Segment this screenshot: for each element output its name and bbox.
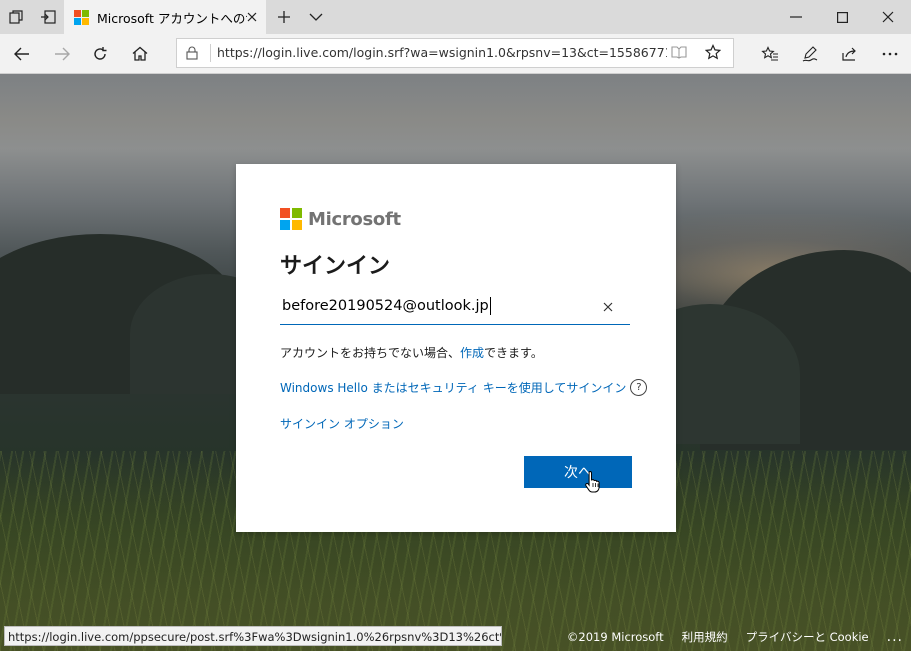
tab-bar: Microsoft アカウントへのサ: [0, 0, 911, 34]
address-divider: [210, 44, 211, 62]
minimize-icon[interactable]: [773, 0, 819, 34]
help-icon[interactable]: ?: [630, 379, 648, 396]
tab-list-icon[interactable]: [0, 0, 32, 34]
page-title: サインイン: [280, 254, 391, 279]
page-footer: ©2019 Microsoft 利用規約 プライバシーと Cookie ...: [567, 626, 911, 648]
back-arrow-icon[interactable]: [2, 34, 42, 73]
refresh-icon[interactable]: [80, 34, 120, 73]
address-bar[interactable]: https://login.live.com/login.srf?wa=wsig…: [176, 38, 734, 68]
maximize-icon[interactable]: [819, 0, 865, 34]
forward-arrow-icon[interactable]: [42, 34, 82, 73]
pen-notes-icon[interactable]: [790, 34, 830, 73]
hand-cursor-icon: [584, 470, 602, 498]
tab-title: Microsoft アカウントへのサ: [97, 10, 247, 26]
email-value[interactable]: before20190524@outlook.jp: [282, 297, 491, 315]
ms-favicon: [74, 9, 89, 25]
copyright-text: ©2019 Microsoft: [566, 630, 664, 644]
new-tab-icon[interactable]: [268, 0, 300, 34]
microsoft-logo: Microsoft: [280, 208, 401, 230]
set-aside-tabs-icon[interactable]: [32, 0, 64, 34]
home-icon[interactable]: [120, 34, 160, 73]
clear-input-icon[interactable]: [600, 299, 616, 315]
privacy-cookie-link[interactable]: プライバシーと Cookie: [746, 629, 869, 645]
footer-more-icon[interactable]: ...: [887, 629, 903, 645]
address-url[interactable]: https://login.live.com/login.srf?wa=wsig…: [217, 39, 667, 67]
favorites-hub-icon[interactable]: [750, 34, 790, 73]
windows-hello-link[interactable]: Windows Hello またはセキュリティ キーを使用してサインイン: [280, 379, 626, 396]
windows-hello-row: Windows Hello またはセキュリティ キーを使用してサインイン ?: [280, 379, 648, 396]
create-account-link[interactable]: 作成: [460, 346, 484, 360]
close-tab-icon[interactable]: [244, 9, 260, 25]
signin-options-link[interactable]: サインイン オプション: [280, 415, 404, 432]
reading-view-icon[interactable]: [671, 45, 687, 63]
signin-card: Microsoft サインイン before20190524@outlook.j…: [236, 164, 676, 532]
no-account-text: アカウントをお持ちでない場合、作成できます。: [280, 346, 543, 360]
microsoft-logo-icon: [280, 208, 302, 230]
tab-active[interactable]: Microsoft アカウントへのサ: [64, 0, 266, 34]
status-bar-url: https://login.live.com/ppsecure/post.srf…: [4, 626, 502, 646]
email-field[interactable]: before20190524@outlook.jp: [280, 292, 630, 325]
navigation-bar: https://login.live.com/login.srf?wa=wsig…: [0, 34, 911, 74]
tab-preview-chevron-icon[interactable]: [300, 0, 332, 34]
text-caret: [489, 297, 491, 315]
lock-icon[interactable]: [186, 46, 198, 64]
terms-link[interactable]: 利用規約: [682, 629, 728, 645]
more-options-icon[interactable]: [870, 34, 910, 73]
favorite-star-icon[interactable]: [704, 44, 722, 64]
microsoft-wordmark: Microsoft: [308, 208, 401, 230]
close-window-icon[interactable]: [865, 0, 911, 34]
share-icon[interactable]: [830, 34, 870, 73]
next-button[interactable]: 次へ: [524, 456, 632, 488]
